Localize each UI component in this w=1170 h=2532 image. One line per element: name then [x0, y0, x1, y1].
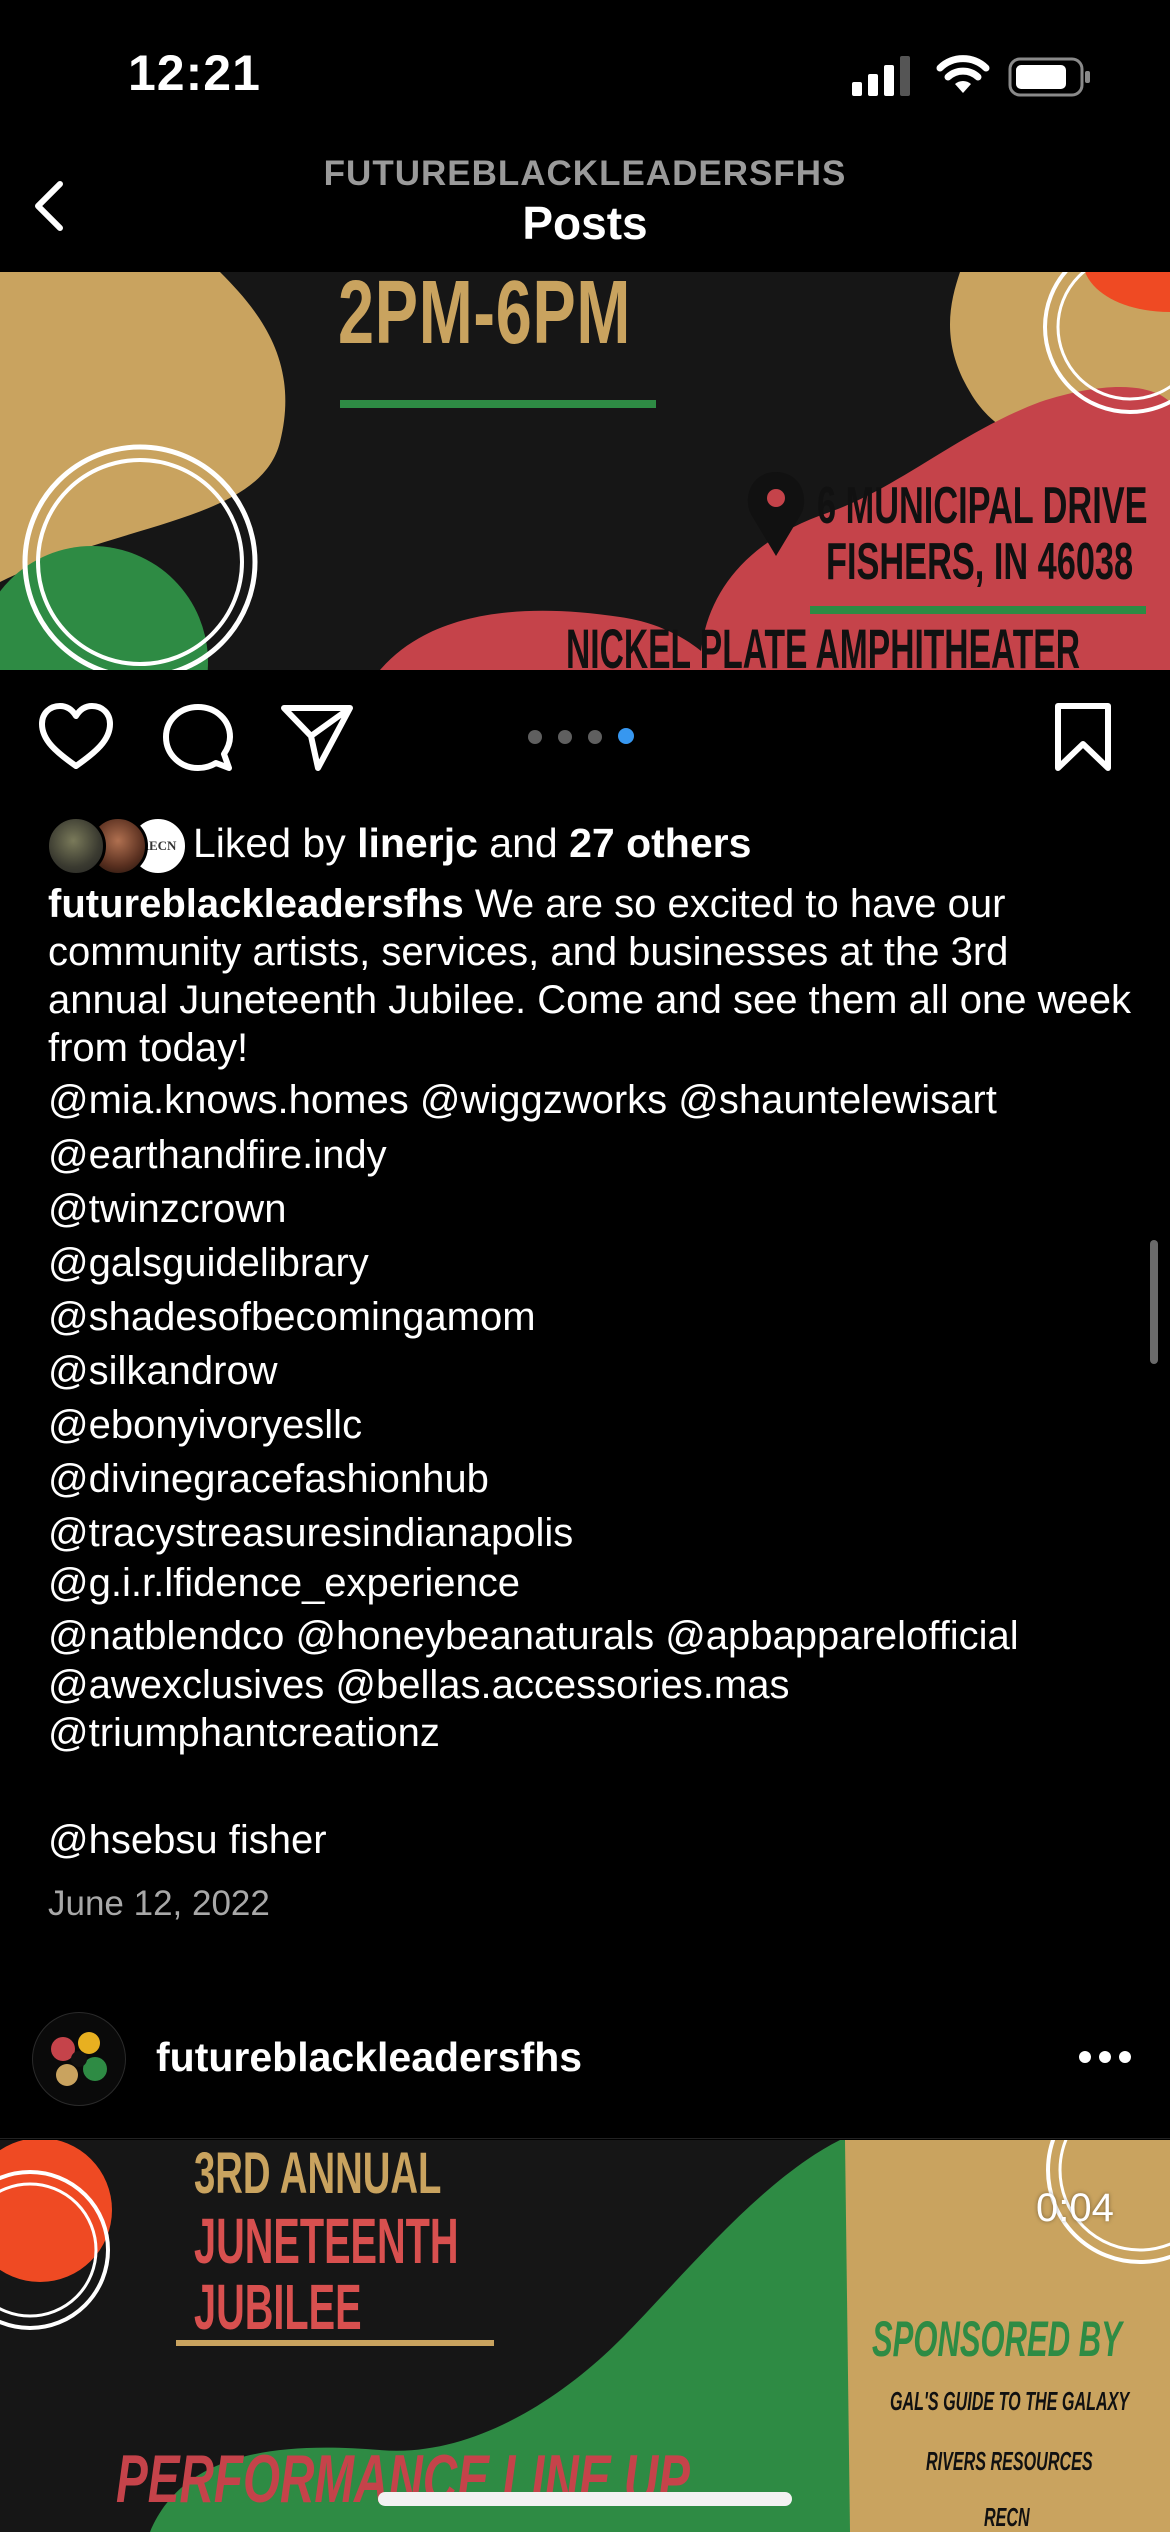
home-indicator[interactable] — [378, 2492, 792, 2506]
caption-mention-line[interactable]: @triumphantcreationz — [48, 1709, 440, 1757]
post-video[interactable]: 3RD ANNUAL JUNETEENTH JUBILEE PERFORMANC… — [0, 2140, 1170, 2532]
caption-mention-line[interactable]: @shadesofbecomingamom — [48, 1293, 536, 1341]
likes-prefix: Liked by — [193, 820, 358, 866]
caption-mention-line[interactable]: @ebonyivoryesllc — [48, 1401, 362, 1449]
caption-mention-line[interactable]: @mia.knows.homes @wiggzworks @shauntelew… — [48, 1076, 997, 1124]
poster2-sponsored-by: SPONSORED BY — [872, 2311, 1122, 2367]
poster-address-line1: 6 MUNICIPAL DRIVE — [817, 477, 1148, 535]
caption-mention-line[interactable]: @earthandfire.indy — [48, 1131, 387, 1179]
carousel-dot — [528, 730, 542, 744]
battery-icon — [1008, 57, 1090, 97]
caption-mention-line[interactable]: @tracystreasuresindianapolis — [48, 1509, 573, 1557]
post-caption: futureblackleadersfhs We are so excited … — [48, 880, 1138, 1072]
poster2-sponsor3: RECN — [984, 2502, 1030, 2532]
hands-logo-icon — [51, 2032, 107, 2086]
caption-mention-line[interactable]: @g.i.r.lfidence_experience — [48, 1559, 520, 1607]
poster2-sponsor2: RIVERS RESOURCES — [926, 2446, 1093, 2476]
poster2-sponsor1: GAL'S GUIDE TO THE GALAXY — [890, 2386, 1130, 2416]
carousel-dot — [558, 730, 572, 744]
poster-address-line2: FISHERS, IN 46038 — [826, 533, 1134, 591]
poster2-title-line2: JUNETEENTH — [194, 2205, 459, 2277]
share-paper-plane-icon[interactable] — [280, 702, 354, 772]
like-heart-icon[interactable] — [38, 702, 114, 772]
carousel-dot-active — [618, 728, 634, 744]
liker-avatar[interactable] — [46, 816, 106, 876]
profile-username-header: FUTUREBLACKLEADERSFHS — [323, 154, 847, 193]
likes-middle: and — [477, 820, 570, 866]
comment-bubble-icon[interactable] — [162, 702, 234, 774]
poster-time: 2PM-6PM — [338, 272, 632, 363]
more-options-icon[interactable] — [1078, 2050, 1132, 2064]
cellular-signal-icon — [852, 56, 910, 96]
caption-username[interactable]: futureblackleadersfhs — [48, 882, 464, 926]
post-image-carousel[interactable]: 2PM-6PM 6 MUNICIPAL DRIVE FISHERS, IN 46… — [0, 272, 1170, 670]
caption-mention-line[interactable]: @twinzcrown — [48, 1185, 286, 1233]
page-title: Posts — [522, 197, 648, 249]
wifi-icon — [936, 55, 990, 93]
poster2-lineup: PERFORMANCE LINE UP — [116, 2441, 690, 2517]
caption-mention-line[interactable]: @divinegracefashionhub — [48, 1455, 489, 1503]
status-time: 12:21 — [128, 45, 261, 101]
caption-mention-line[interactable]: @hsebsu fisher — [48, 1816, 327, 1864]
caption-mention-line[interactable]: @galsguidelibrary — [48, 1239, 369, 1287]
likes-others-link[interactable]: 27 others — [569, 820, 751, 866]
post-author-username[interactable]: futureblackleadersfhs — [156, 2034, 582, 2081]
post-date: June 12, 2022 — [48, 1884, 270, 1923]
carousel-page-indicator — [528, 728, 650, 749]
poster-venue: NICKEL PLATE AMPHITHEATER — [566, 617, 1080, 670]
liker-username-link[interactable]: linerjc — [357, 820, 478, 866]
save-bookmark-icon[interactable] — [1052, 702, 1114, 774]
caption-mention-line[interactable]: @natblendco @honeybeanaturals @apbappare… — [48, 1612, 1019, 1660]
likes-summary[interactable]: Liked by linerjc and 27 others — [193, 820, 751, 867]
post-author-avatar[interactable] — [32, 2012, 126, 2106]
post-divider — [0, 2138, 1170, 2139]
scrollbar-thumb[interactable] — [1150, 1240, 1158, 1364]
caption-mention-line[interactable]: @awexclusives @bellas.accessories.mas — [48, 1661, 789, 1709]
carousel-dot — [588, 730, 602, 744]
video-duration-badge: 0:04 — [1036, 2186, 1114, 2230]
poster2-title-line3: JUBILEE — [194, 2271, 362, 2343]
caption-mention-line[interactable]: @silkandrow — [48, 1347, 278, 1395]
poster2-title-line1: 3RD ANNUAL — [194, 2141, 442, 2206]
